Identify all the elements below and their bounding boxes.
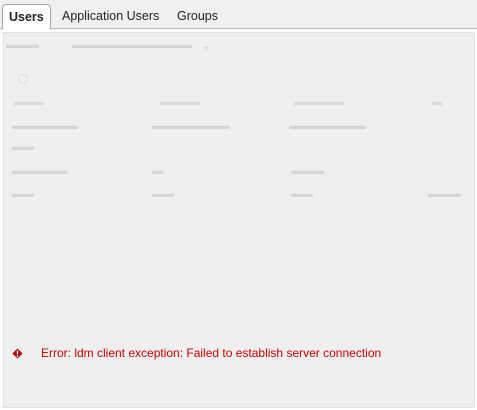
- column-header-placeholder-1: ▬▬▬: [14, 97, 44, 108]
- error-icon: [12, 347, 23, 359]
- table-cell: ▬: [152, 165, 163, 177]
- toolbar-placeholder-3: ▬▬▬▬▬▬: [126, 39, 192, 51]
- table-row: ▬▬: [12, 141, 34, 153]
- tab-application-users[interactable]: Application Users: [62, 5, 159, 28]
- column-header-placeholder-3: ▬▬▬▬▬: [294, 97, 344, 108]
- table-cell: ▬▬: [291, 188, 313, 200]
- tab-users[interactable]: Users: [2, 4, 51, 30]
- users-panel: ▬▬▬ ▬▬▬▬▬ ▬▬▬▬▬▬ ⌄ ▬▬▬ ▬▬▬▬ ▬▬▬▬▬ ▬ ▬▬▬▬…: [3, 32, 475, 408]
- dropdown-chevron-icon: ⌄: [202, 40, 212, 52]
- error-message-row: Error: ldm client exception: Failed to e…: [12, 345, 381, 361]
- table-cell: ▬▬▬: [291, 165, 324, 177]
- filter-icon: [18, 74, 28, 84]
- toolbar-placeholder-2: ▬▬▬▬▬: [72, 39, 127, 51]
- table-cell: ▬▬: [152, 188, 174, 200]
- column-header-placeholder-2: ▬▬▬▬: [160, 97, 200, 108]
- column-header-placeholder-4: ▬: [432, 97, 442, 108]
- tab-bar: Users Application Users Groups: [0, 0, 477, 30]
- table-row: ▬▬▬▬▬: [12, 165, 67, 177]
- error-text: Error: ldm client exception: Failed to e…: [41, 346, 382, 360]
- table-cell: ▬▬▬: [428, 188, 461, 200]
- table-cell: ▬▬▬▬▬▬▬: [289, 120, 366, 132]
- table-row: ▬▬: [12, 188, 34, 200]
- table-row: ▬▬▬▬▬▬: [12, 120, 78, 132]
- table-cell: ▬▬▬▬▬▬▬: [152, 120, 229, 132]
- tab-groups[interactable]: Groups: [177, 5, 218, 28]
- toolbar-placeholder-1: ▬▬▬: [6, 39, 39, 51]
